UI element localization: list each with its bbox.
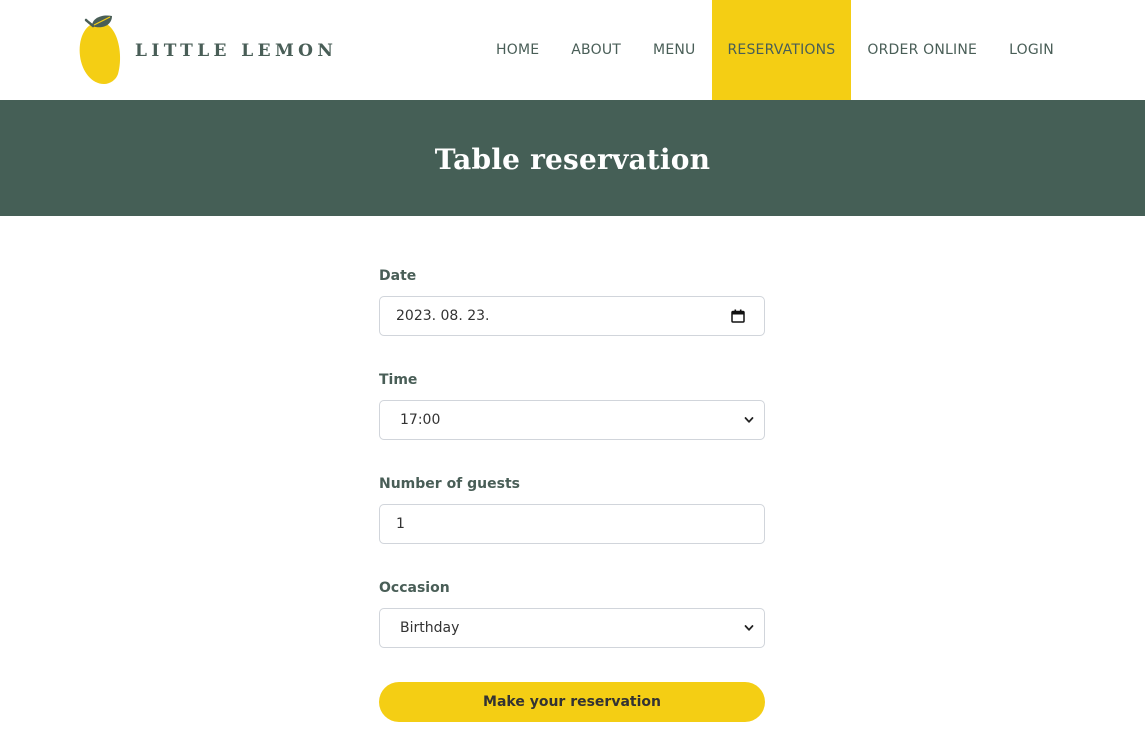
occasion-select[interactable]: Birthday <box>379 608 765 648</box>
time-value: 17:00 <box>400 412 441 428</box>
guests-field-group: Number of guests 1 <box>379 474 765 544</box>
lemon-icon <box>79 15 121 84</box>
nav-login[interactable]: LOGIN <box>993 0 1070 100</box>
guests-value: 1 <box>396 516 405 532</box>
chevron-down-icon <box>744 417 754 423</box>
calendar-icon[interactable] <box>731 309 745 323</box>
time-label: Time <box>379 372 418 388</box>
make-reservation-button[interactable]: Make your reservation <box>379 682 765 722</box>
nav-about[interactable]: ABOUT <box>555 0 637 100</box>
date-input[interactable]: 2023. 08. 23. <box>379 296 765 336</box>
brand-name: LITTLE LEMON <box>135 41 338 61</box>
date-value: 2023. 08. 23. <box>396 308 490 324</box>
date-field-group: Date 2023. 08. 23. <box>379 266 765 336</box>
main-nav: HOME ABOUT MENU RESERVATIONS ORDER ONLIN… <box>480 0 1070 100</box>
nav-order-online[interactable]: ORDER ONLINE <box>851 0 993 100</box>
hero-banner: Table reservation <box>0 100 1145 216</box>
logo[interactable]: LITTLE LEMON <box>78 14 333 86</box>
time-field-group: Time 17:00 <box>379 370 765 440</box>
nav-menu[interactable]: MENU <box>637 0 711 100</box>
guests-label: Number of guests <box>379 476 520 492</box>
occasion-value: Birthday <box>400 620 460 636</box>
nav-reservations[interactable]: RESERVATIONS <box>711 0 852 100</box>
page-title: Table reservation <box>434 142 711 176</box>
time-select[interactable]: 17:00 <box>379 400 765 440</box>
reservation-form: Date 2023. 08. 23. Time 17:00 Number of … <box>379 266 765 722</box>
date-label: Date <box>379 268 417 284</box>
site-header: LITTLE LEMON HOME ABOUT MENU RESERVATION… <box>0 0 1145 100</box>
guests-input[interactable]: 1 <box>379 504 765 544</box>
occasion-field-group: Occasion Birthday <box>379 578 765 648</box>
nav-home[interactable]: HOME <box>480 0 555 100</box>
chevron-down-icon <box>744 625 754 631</box>
occasion-label: Occasion <box>379 580 450 596</box>
